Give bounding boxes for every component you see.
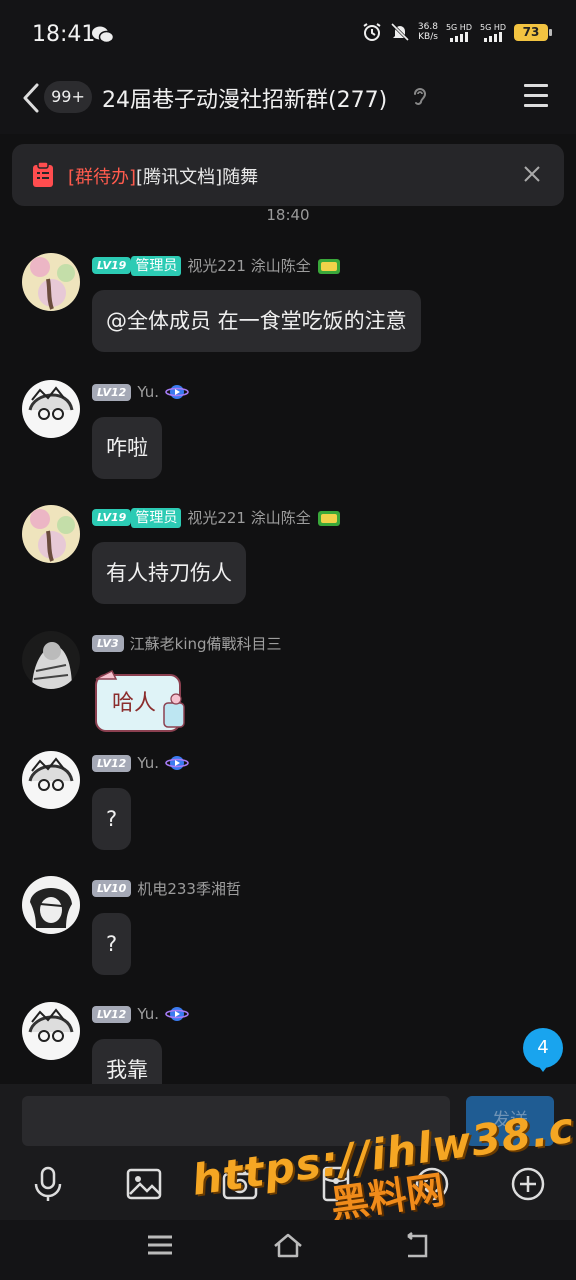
close-icon[interactable] <box>522 164 542 184</box>
plus-icon[interactable] <box>508 1164 548 1204</box>
avatar[interactable] <box>22 253 80 311</box>
message-bubble[interactable]: @全体成员 在一食堂吃饭的注意 <box>92 290 421 352</box>
sim2-label: 5G HD <box>479 22 506 32</box>
message-timestamp: 18:40 <box>266 206 310 224</box>
planet-icon <box>165 385 189 399</box>
camera-icon[interactable] <box>220 1164 260 1204</box>
home-icon[interactable] <box>272 1232 304 1260</box>
message-input[interactable] <box>22 1096 450 1146</box>
wechat-icon <box>92 26 114 44</box>
message-bubble[interactable]: ? <box>92 913 132 975</box>
level-badge: LV19 <box>92 257 132 274</box>
emoji-icon[interactable] <box>412 1164 452 1204</box>
sender-name[interactable]: 视光221 涂山陈全 <box>187 507 310 528</box>
status-bar: 18:41 36.8 KB/s 5G HD 5G HD 73 <box>0 0 576 68</box>
sender-name[interactable]: Yu. <box>137 383 159 401</box>
group-todo-banner[interactable]: [群待办][腾讯文档]随舞 <box>12 144 564 206</box>
admin-badge: 管理员 <box>131 507 182 528</box>
planet-icon <box>165 1007 189 1021</box>
avatar[interactable] <box>22 876 80 934</box>
sim1-signal: 5G HD <box>446 23 472 42</box>
net-speed-unit: KB/s <box>418 32 438 42</box>
unread-badge[interactable]: 99+ <box>44 81 92 113</box>
todo-content: [腾讯文档]随舞 <box>136 167 259 188</box>
menu-icon[interactable] <box>524 84 548 114</box>
honor-icon <box>317 258 340 274</box>
battery-indicator: 73 <box>514 23 552 41</box>
planet-icon <box>165 756 189 770</box>
honor-icon <box>317 510 340 526</box>
clipboard-icon <box>33 162 53 187</box>
sender-name[interactable]: Yu. <box>137 1005 159 1023</box>
sender-name[interactable]: 机电233季湘哲 <box>137 878 241 899</box>
avatar[interactable] <box>22 380 80 438</box>
todo-text: [群待办][腾讯文档]随舞 <box>68 163 258 189</box>
new-messages-badge[interactable]: 4 <box>523 1028 563 1072</box>
message-bubble[interactable]: 咋啦 <box>92 417 162 479</box>
level-badge: LV3 <box>92 635 124 652</box>
avatar[interactable] <box>22 631 80 689</box>
level-badge: LV12 <box>92 383 132 401</box>
network-speed: 36.8 KB/s <box>418 22 438 42</box>
message-bubble[interactable]: 有人持刀伤人 <box>92 542 246 604</box>
admin-badge: 管理员 <box>131 255 182 276</box>
avatar[interactable] <box>22 505 80 563</box>
chat-header: 99+ 24届巷子动漫社招新群(277) <box>0 68 576 134</box>
sim2-signal: 5G HD <box>480 23 506 42</box>
system-nav-bar <box>0 1220 576 1280</box>
todo-tag: [群待办] <box>68 167 137 188</box>
ear-icon[interactable] <box>412 86 428 108</box>
alarm-icon <box>363 23 381 41</box>
sender-name[interactable]: 江蘇老king備戰科目三 <box>130 633 282 654</box>
sender-name[interactable]: 视光221 涂山陈全 <box>187 255 310 276</box>
sticker-image[interactable]: 哈人 <box>92 669 188 735</box>
avatar[interactable] <box>22 1002 80 1060</box>
back-nav-icon[interactable] <box>402 1232 432 1260</box>
level-badge: LV19 <box>92 509 132 526</box>
level-badge: LV12 <box>92 1005 132 1023</box>
level-badge: LV10 <box>92 880 132 897</box>
image-icon[interactable] <box>124 1164 164 1204</box>
mute-bell-icon <box>390 22 409 42</box>
sender-name[interactable]: Yu. <box>137 754 159 772</box>
back-arrow-icon[interactable] <box>20 82 44 114</box>
message-bubble[interactable]: ? <box>92 788 132 850</box>
level-badge: LV12 <box>92 754 132 772</box>
avatar[interactable] <box>22 751 80 809</box>
status-time: 18:41 <box>32 22 96 47</box>
group-title[interactable]: 24届巷子动漫社招新群(277) <box>102 82 387 114</box>
net-speed-value: 36.8 <box>417 22 438 32</box>
sticker-text: 哈人 <box>112 691 157 716</box>
sim1-label: 5G HD <box>445 22 472 32</box>
send-button[interactable]: 发送 <box>466 1096 554 1146</box>
recent-apps-icon[interactable] <box>146 1232 174 1258</box>
red-packet-icon[interactable] <box>316 1164 356 1204</box>
microphone-icon[interactable] <box>28 1164 68 1204</box>
